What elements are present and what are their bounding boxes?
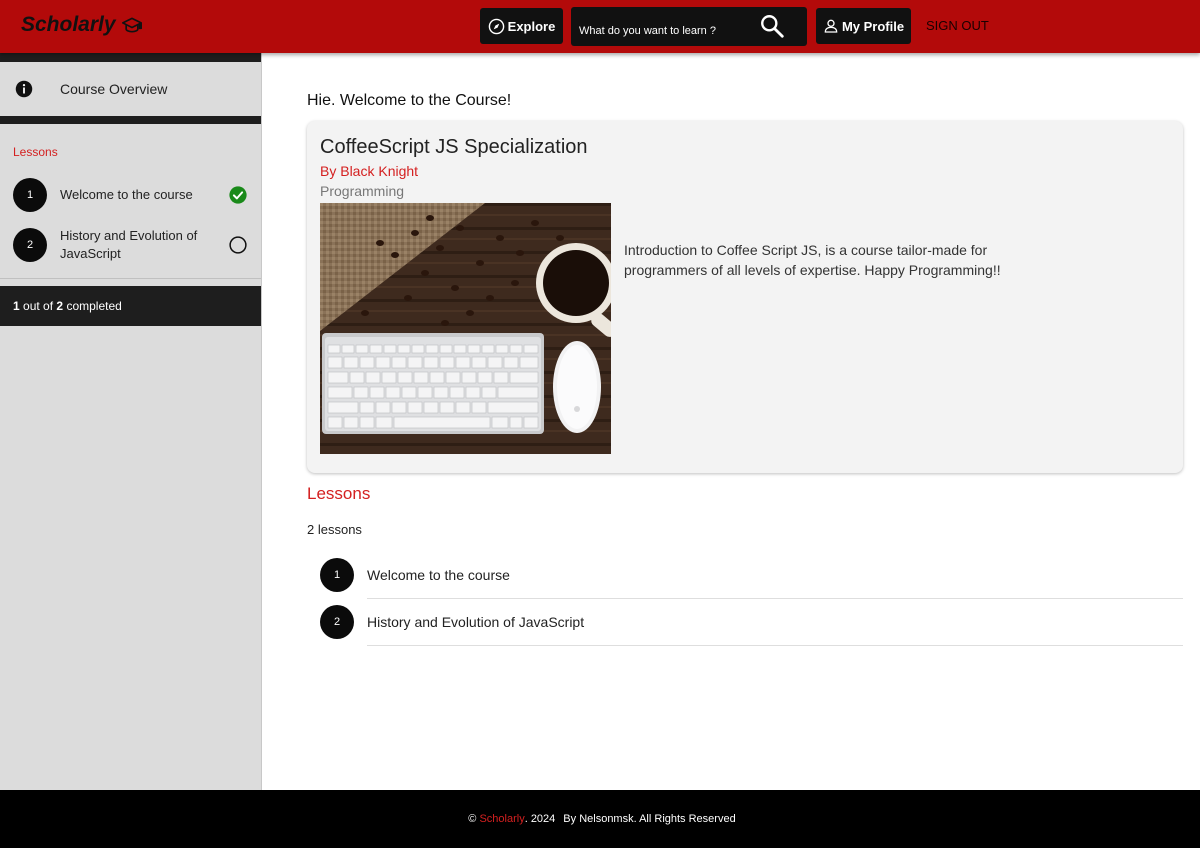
brand-name: Scholarly [21,13,116,36]
brand-logo[interactable]: Scholarly [21,13,142,37]
explore-button[interactable]: Explore [480,8,563,44]
search-icon[interactable] [759,13,785,39]
footer-year: . 2024 [524,813,556,825]
explore-label: Explore [507,18,556,34]
main-content: Hie. Welcome to the Course! CoffeeScript… [263,53,1200,790]
lesson-number-badge: 2 [13,228,47,262]
top-navbar: Scholarly Explore My Profile SIGN OUT [0,0,1200,53]
lesson-number-badge: 2 [320,605,354,639]
sidebar-item-course-overview[interactable]: Course Overview [0,62,261,116]
compass-icon [488,18,504,34]
empty-circle-icon [229,236,247,254]
search-bar [571,7,807,46]
lesson-number-badge: 1 [320,558,354,592]
completion-progress: 1 out of 2 completed [0,286,261,326]
info-icon [15,80,33,98]
graduation-cap-icon [121,17,142,33]
course-description: Introduction to Coffee Script JS, is a c… [624,242,1001,278]
lesson-title: Welcome to the course [367,567,510,583]
course-author: By Black Knight [320,163,419,179]
sidebar-divider-bar [0,53,261,62]
lesson-row-1[interactable]: 1 Welcome to the course [320,552,1183,599]
lesson-title: History and Evolution of JavaScript [367,614,585,630]
course-title: CoffeeScript JS Specialization [320,136,588,158]
row-divider [367,645,1183,646]
search-input[interactable] [579,24,759,37]
sign-out-link[interactable]: SIGN OUT [926,18,989,33]
course-card: CoffeeScript JS Specialization By Black … [307,121,1183,473]
footer-brand-link[interactable]: Scholarly [479,813,524,825]
copyright-symbol: © [468,813,477,825]
sidebar-lesson-label: Welcome to the course [60,187,193,202]
sidebar-lesson-1[interactable]: 1 Welcome to the course [0,170,261,220]
lessons-count: 2 lessons [307,522,362,537]
sidebar-divider-bar [0,116,261,124]
sidebar-divider [0,278,261,279]
welcome-heading: Hie. Welcome to the Course! [307,92,512,109]
lesson-row-2[interactable]: 2 History and Evolution of JavaScript [320,599,1183,646]
sidebar-lessons-heading: Lessons [13,145,58,159]
lessons-heading: Lessons [307,484,371,503]
progress-out-of: out of [23,299,54,313]
course-overview-label: Course Overview [60,81,168,97]
course-category: Programming [320,183,405,199]
footer-credit: By Nelsonmsk. All Rights Reserved [563,813,736,825]
my-profile-button[interactable]: My Profile [816,8,911,44]
check-circle-icon [229,186,247,204]
total-count: 2 [56,299,64,313]
course-thumbnail-image [320,203,611,454]
completed-count: 1 [13,299,20,313]
page-footer: © Scholarly. 2024 By Nelsonmsk. All Right… [0,790,1200,848]
progress-completed: completed [66,299,122,313]
course-sidebar: Course Overview Lessons 1 Welcome to the… [0,53,262,790]
sidebar-lesson-label: History and Evolution of JavaScript [60,228,198,261]
lesson-number-badge: 1 [13,178,47,212]
my-profile-label: My Profile [841,18,905,34]
sidebar-lesson-2[interactable]: 2 History and Evolution of JavaScript [0,220,261,270]
user-icon [824,19,838,33]
